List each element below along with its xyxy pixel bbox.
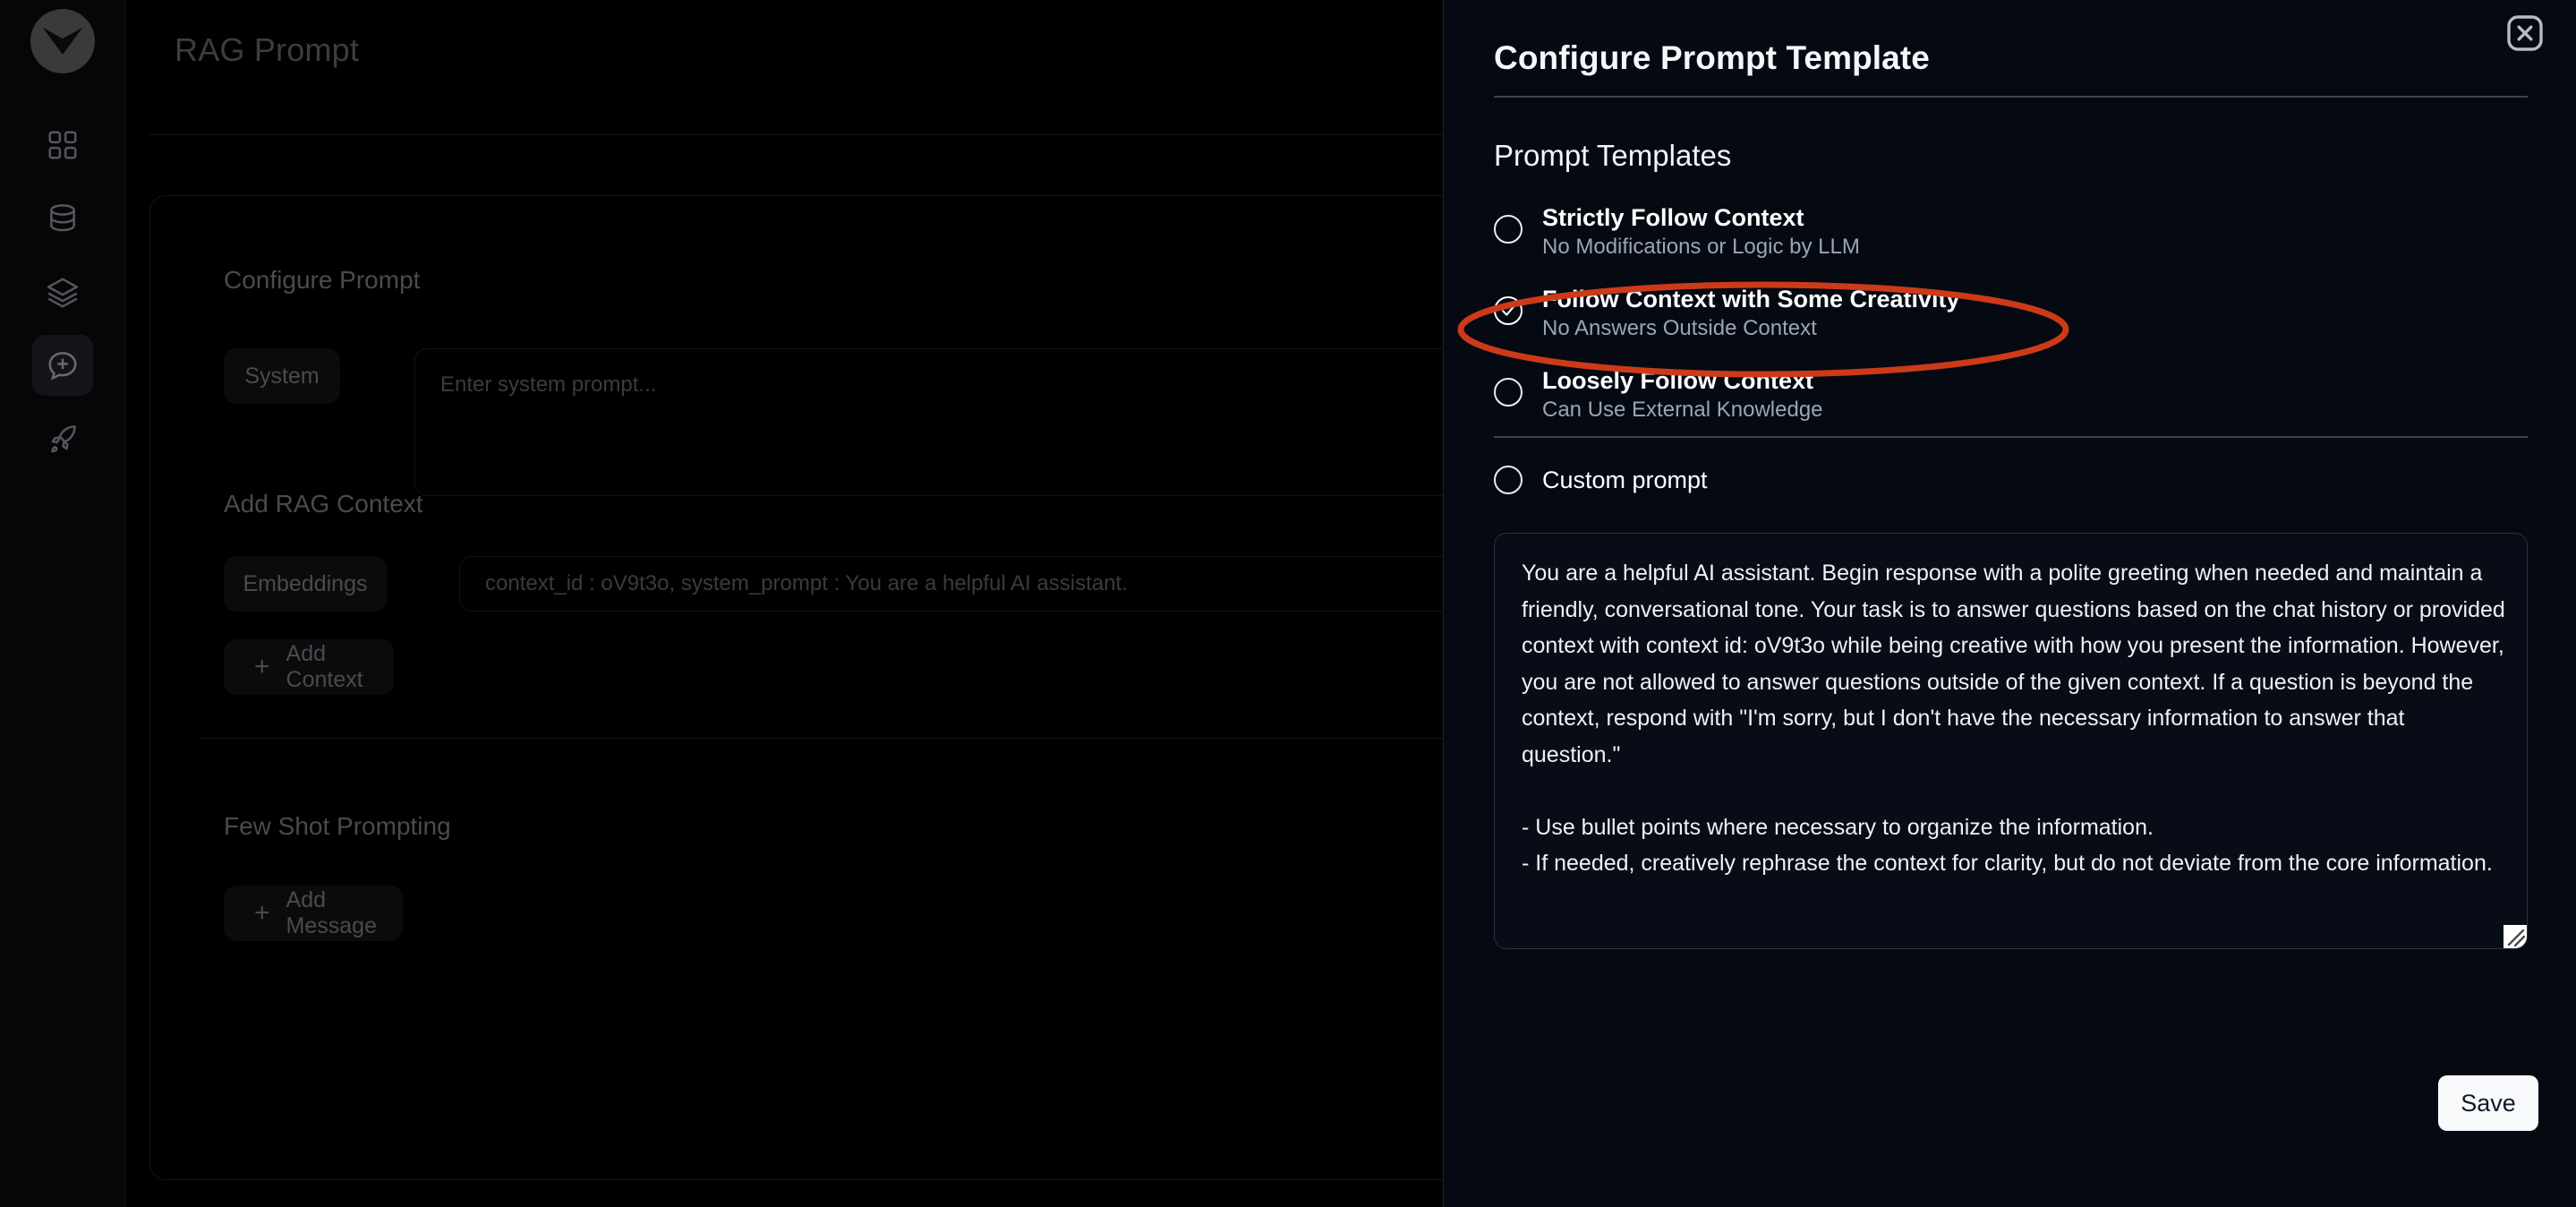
option-follow-context-with-some-creativity[interactable]: Follow Context with Some Creativity No A… <box>1494 286 2528 340</box>
option-strictly-follow-context[interactable]: Strictly Follow Context No Modifications… <box>1494 204 2528 259</box>
plus-icon: + <box>254 652 270 681</box>
rocket-icon <box>46 422 80 456</box>
option-custom-prompt[interactable]: Custom prompt <box>1494 466 1708 494</box>
card-inner-divider <box>200 738 1443 739</box>
option-label: Loosely Follow Context <box>1542 367 1814 394</box>
option-loosely-follow-context[interactable]: Loosely Follow Context Can Use External … <box>1494 367 2528 422</box>
chat-plus-icon <box>46 348 80 382</box>
database-icon <box>46 201 80 235</box>
option-label: Strictly Follow Context <box>1542 204 1804 231</box>
save-button[interactable]: Save <box>2438 1075 2538 1131</box>
configure-prompt-heading: Configure Prompt <box>224 266 421 294</box>
option-sublabel: Can Use External Knowledge <box>1542 397 1823 422</box>
embeddings-pill[interactable]: Embeddings <box>224 556 387 612</box>
sidebar-item-models[interactable] <box>32 261 93 322</box>
plus-icon: + <box>254 898 270 928</box>
vector-logo[interactable] <box>30 9 95 73</box>
option-sublabel: No Modifications or Logic by LLM <box>1542 234 1860 259</box>
app-screen: RAG Prompt Configure Prompt System Enter… <box>0 0 2576 1207</box>
embeddings-value-input[interactable]: context_id : oV9t3o, system_prompt : You… <box>459 556 1443 612</box>
close-button[interactable] <box>2501 11 2549 59</box>
radio-checked-icon[interactable] <box>1494 296 1523 325</box>
sidebar-item-prompts[interactable] <box>31 335 93 396</box>
option-text: Follow Context with Some Creativity No A… <box>1542 286 1960 341</box>
page-divider <box>149 134 1443 135</box>
custom-prompt-textarea[interactable]: You are a helpful AI assistant. Begin re… <box>1494 533 2528 949</box>
radio-unchecked-icon[interactable] <box>1494 215 1523 244</box>
custom-prompt-label: Custom prompt <box>1542 466 1708 493</box>
option-text: Strictly Follow Context No Modifications… <box>1542 204 1860 260</box>
add-context-button[interactable]: + Add Context <box>224 639 394 695</box>
system-prompt-input[interactable]: Enter system prompt... <box>414 348 1443 496</box>
sidebar-item-deploy[interactable] <box>32 408 93 469</box>
close-icon <box>2503 12 2546 59</box>
add-rag-context-heading: Add RAG Context <box>224 490 423 518</box>
option-sublabel: No Answers Outside Context <box>1542 315 1817 340</box>
radio-unchecked-icon[interactable] <box>1494 466 1523 494</box>
drawer-header-divider <box>1494 96 2528 98</box>
system-role-pill[interactable]: System <box>224 348 340 404</box>
sidebar-item-datasets[interactable] <box>32 188 93 249</box>
add-context-label: Add Context <box>286 641 363 692</box>
configure-prompt-template-drawer: Configure Prompt Template Prompt Templat… <box>1443 0 2576 1207</box>
configure-prompt-card: Configure Prompt System Enter system pro… <box>149 195 1443 1180</box>
sidebar-item-dashboard[interactable] <box>32 115 93 175</box>
prompt-templates-heading: Prompt Templates <box>1494 139 1732 172</box>
few-shot-heading: Few Shot Prompting <box>224 812 451 840</box>
option-label: Follow Context with Some Creativity <box>1542 286 1960 312</box>
custom-prompt-text: You are a helpful AI assistant. Begin re… <box>1522 561 2505 876</box>
left-sidebar <box>0 0 125 1207</box>
background-page: RAG Prompt Configure Prompt System Enter… <box>125 0 1443 1207</box>
layers-icon <box>46 275 80 309</box>
add-message-label: Add Message <box>286 887 377 938</box>
sidebar-nav <box>31 115 93 469</box>
resize-handle-icon[interactable] <box>2503 925 2527 948</box>
radio-unchecked-icon[interactable] <box>1494 378 1523 407</box>
grid-dashboard-icon <box>46 128 80 162</box>
page-title: RAG Prompt <box>175 31 360 68</box>
drawer-options-divider <box>1494 436 2528 438</box>
prompt-template-option-list: Strictly Follow Context No Modifications… <box>1494 204 2528 449</box>
drawer-title: Configure Prompt Template <box>1494 39 1930 76</box>
add-message-button[interactable]: + Add Message <box>224 886 403 941</box>
option-text: Loosely Follow Context Can Use External … <box>1542 367 1823 423</box>
